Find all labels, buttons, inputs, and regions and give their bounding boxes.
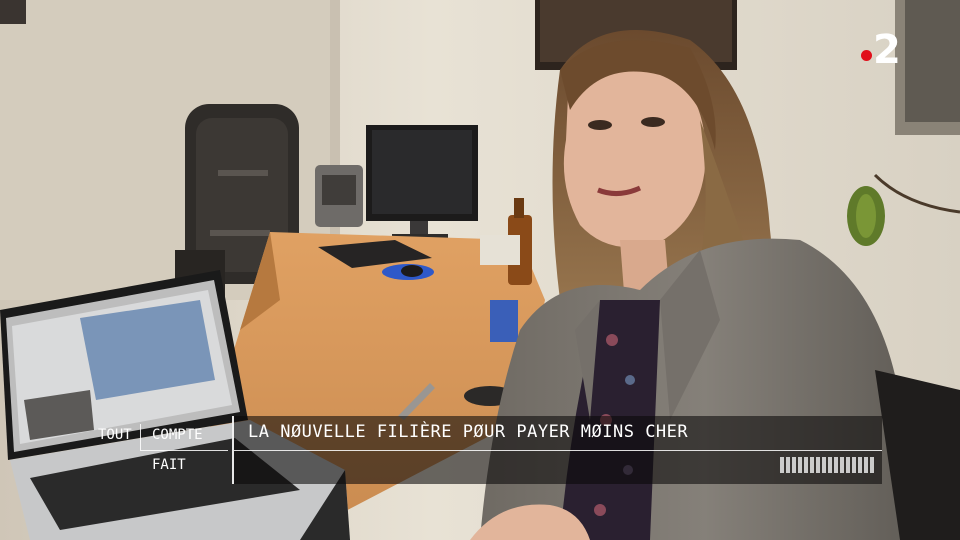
progress-ticks [780, 457, 876, 473]
headline-box: LA NØUVELLE FILIÈRE PØUR PAYER MØINS CHE… [232, 416, 882, 484]
video-frame: 2 TOUT COMPTE FAIT LA NØUVELLE FILIÈRE P… [0, 0, 960, 540]
logo-number: 2 [873, 27, 901, 73]
logo-red-dot [861, 50, 872, 61]
show-title-tag: TOUT COMPTE FAIT [92, 416, 228, 484]
headline-underline [234, 450, 882, 451]
channel-logo: 2 [858, 27, 908, 74]
headline-text: LA NØUVELLE FILIÈRE PØUR PAYER MØINS CHE… [248, 422, 689, 442]
show-title-word: COMPTE [152, 427, 203, 443]
show-title-word: FAIT [152, 457, 186, 473]
tag-divider-vertical [140, 424, 141, 450]
show-title-word: TOUT [98, 427, 132, 443]
tag-divider-horizontal [140, 450, 228, 451]
lower-third-banner: TOUT COMPTE FAIT LA NØUVELLE FILIÈRE PØU… [92, 416, 882, 484]
